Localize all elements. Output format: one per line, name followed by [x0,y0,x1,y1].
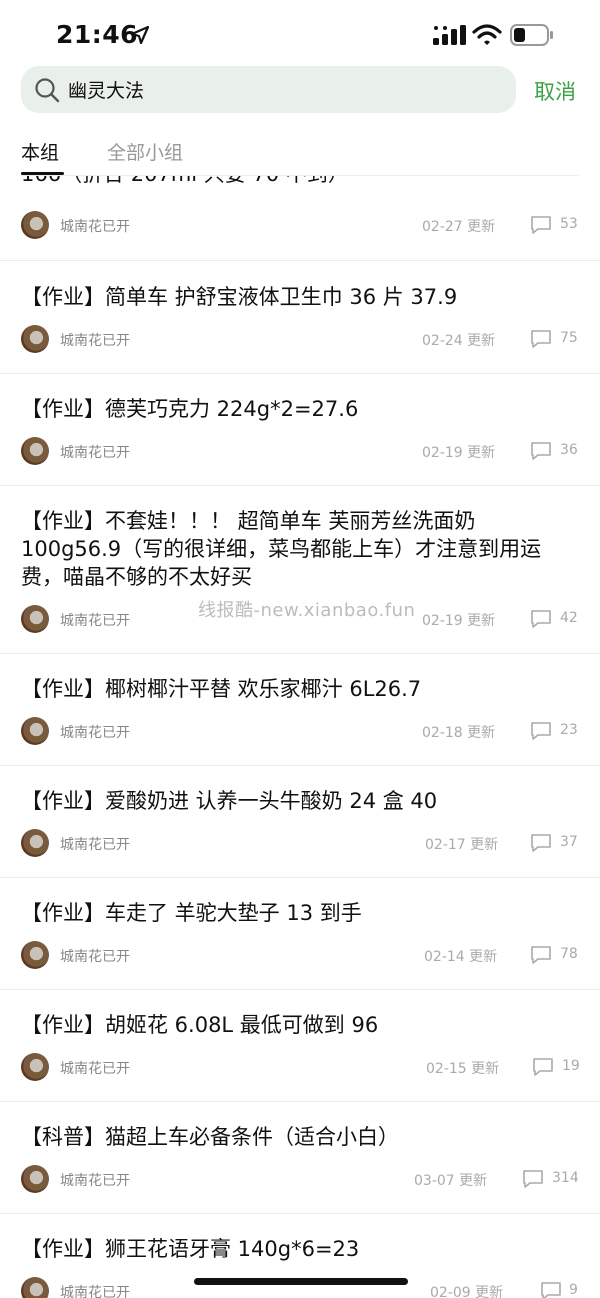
status-bar: 21:46 [0,0,600,66]
avatar[interactable] [21,1165,49,1193]
post-date: 02-09 更新 [430,1285,504,1298]
comment-icon [531,610,551,628]
list-item[interactable]: 【作业】不套娃！！！ 超简单车 芙丽芳丝洗面奶 100g56.9（写的很详细，菜… [0,485,600,654]
post-meta: 城南花已开 02-24 更新 75 [21,325,579,355]
comment-count: 23 [560,722,578,738]
comment-count: 37 [560,834,578,850]
post-date: 02-27 更新 [422,219,496,235]
comment-count: 53 [560,216,578,232]
post-author: 城南花已开 [60,333,130,349]
comment-icon [531,330,551,348]
post-date: 02-15 更新 [426,1061,500,1077]
post-meta: 城南花已开 03-07 更新 314 [21,1165,579,1195]
post-title: 【作业】椰树椰汁平替 欢乐家椰汁 6L26.7 [21,677,422,701]
avatar[interactable] [21,1277,49,1298]
comment-icon [533,1058,553,1076]
post-meta: 城南花已开 02-17 更新 37 [21,829,579,859]
comment-icon [531,442,551,460]
avatar[interactable] [21,717,49,745]
tab-all-groups[interactable]: 全部小组 [107,138,183,165]
avatar[interactable] [21,829,49,857]
post-author: 城南花已开 [60,1285,130,1298]
comment-icon [531,946,551,964]
post-title: 【作业】爱酸奶进 认养一头牛酸奶 24 盒 40 [21,789,438,813]
avatar[interactable] [21,437,49,465]
post-meta: 城南花已开 02-19 更新 36 [21,437,579,467]
comment-count: 19 [562,1058,580,1074]
tab-this-group[interactable]: 本组 [21,138,59,165]
post-date: 02-19 更新 [422,613,496,629]
list-item[interactable]: 166（折合 207ml 只要 70 不到） 城南花已开 02-27 更新 53 [0,176,600,261]
list-item[interactable]: 【作业】德芙巧克力 224g*2=27.6 城南花已开 02-19 更新 36 [0,373,600,486]
status-time: 21:46 [56,20,139,49]
post-meta: 城南花已开 02-15 更新 19 [21,1053,580,1083]
post-meta: 城南花已开 02-27 更新 53 [21,211,579,241]
avatar[interactable] [21,1053,49,1081]
post-date: 02-18 更新 [422,725,496,741]
post-title: 【作业】简单车 护舒宝液体卫生巾 36 片 37.9 [21,285,458,309]
list-item[interactable]: 【作业】狮王花语牙膏 140g*6=23 城南花已开 02-09 更新 9 [0,1213,600,1298]
cellular-signal-icon [433,25,466,45]
post-author: 城南花已开 [60,613,130,629]
comment-count: 42 [560,610,578,626]
comment-count: 36 [560,442,578,458]
comment-count: 75 [560,330,578,346]
post-author: 城南花已开 [60,949,130,965]
comment-count: 9 [569,1282,578,1298]
post-title: 【作业】不套娃！！！ 超简单车 芙丽芳丝洗面奶 100g56.9（写的很详细，菜… [21,509,542,589]
comment-count: 314 [552,1170,579,1186]
post-author: 城南花已开 [60,1173,130,1189]
post-title: 【作业】狮王花语牙膏 140g*6=23 [21,1237,360,1261]
list-item[interactable]: 【作业】胡姬花 6.08L 最低可做到 96 城南花已开 02-15 更新 19 [0,989,600,1102]
search-input[interactable] [68,66,498,113]
home-indicator[interactable] [194,1278,408,1285]
list-item[interactable]: 【科普】猫超上车必备条件（适合小白） 城南花已开 03-07 更新 314 [0,1101,600,1214]
comment-icon [531,834,551,852]
post-date: 02-19 更新 [422,445,496,461]
list-item[interactable]: 【作业】车走了 羊驼大垫子 13 到手 城南花已开 02-14 更新 78 [0,877,600,990]
post-author: 城南花已开 [60,445,130,461]
post-author: 城南花已开 [60,725,130,741]
search-box[interactable] [21,66,516,113]
location-arrow-icon [130,25,150,45]
avatar[interactable] [21,605,49,633]
wifi-icon [472,24,502,45]
post-author: 城南花已开 [60,219,130,235]
avatar[interactable] [21,325,49,353]
post-title: 【作业】车走了 羊驼大垫子 13 到手 [21,901,362,925]
comment-icon [523,1170,543,1188]
avatar[interactable] [21,941,49,969]
post-meta: 城南花已开 02-18 更新 23 [21,717,579,747]
list-item[interactable]: 【作业】简单车 护舒宝液体卫生巾 36 片 37.9 城南花已开 02-24 更… [0,261,600,374]
battery-icon [510,24,553,46]
post-list[interactable]: 166（折合 207ml 只要 70 不到） 城南花已开 02-27 更新 53… [0,176,600,1298]
post-title: 【作业】胡姬花 6.08L 最低可做到 96 [21,1013,379,1037]
watermark-text: 线报酷-new.xianbao.fun [198,600,416,621]
list-item[interactable]: 【作业】爱酸奶进 认养一头牛酸奶 24 盒 40 城南花已开 02-17 更新 … [0,765,600,878]
post-author: 城南花已开 [60,1061,130,1077]
post-title: 【科普】猫超上车必备条件（适合小白） [21,1125,399,1149]
comment-icon [541,1282,561,1298]
post-author: 城南花已开 [60,837,130,853]
post-title: 166（折合 207ml 只要 70 不到） [21,176,581,188]
avatar[interactable] [21,211,49,239]
post-meta: 城南花已开 02-14 更新 78 [21,941,579,971]
search-icon [35,78,60,103]
post-date: 02-14 更新 [424,949,498,965]
comment-icon [531,722,551,740]
list-item[interactable]: 【作业】椰树椰汁平替 欢乐家椰汁 6L26.7 城南花已开 02-18 更新 2… [0,653,600,766]
post-date: 03-07 更新 [414,1173,488,1189]
post-date: 02-17 更新 [425,837,499,853]
comment-count: 78 [560,946,578,962]
post-date: 02-24 更新 [422,333,496,349]
post-title: 【作业】德芙巧克力 224g*2=27.6 [21,397,359,421]
comment-icon [531,216,551,234]
cancel-button[interactable]: 取消 [534,76,576,106]
